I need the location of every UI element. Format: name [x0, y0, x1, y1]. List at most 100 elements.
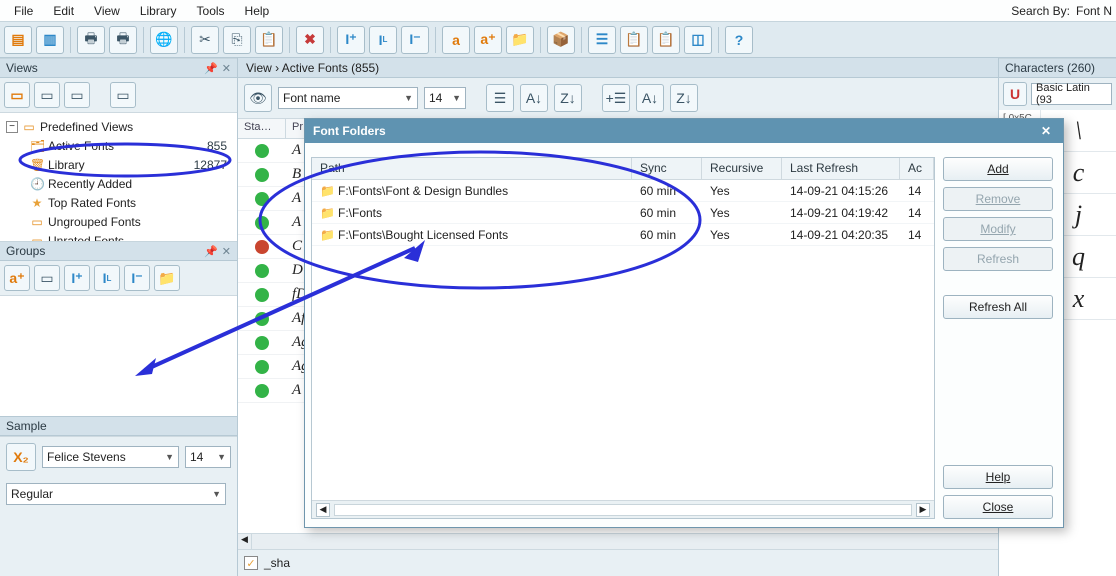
close-panel-icon[interactable]: ✕: [222, 245, 231, 258]
menu-library[interactable]: Library: [130, 2, 187, 20]
col-last-refresh[interactable]: Last Refresh: [782, 158, 900, 179]
save-alt-icon[interactable]: ▥: [36, 26, 64, 54]
groups-folder2-icon[interactable]: 📁: [154, 265, 180, 291]
grid-scrollbar[interactable]: ◀ ▶: [312, 500, 934, 518]
install-minus-icon[interactable]: I⁻: [401, 26, 429, 54]
views-btn2-icon[interactable]: ▭: [34, 82, 60, 108]
views-btn3-icon[interactable]: ▭: [64, 82, 90, 108]
shared-checkbox[interactable]: ✓: [244, 556, 258, 570]
col-recursive[interactable]: Recursive: [702, 158, 782, 179]
letter-a-plus-icon[interactable]: a⁺: [474, 26, 502, 54]
sample-font-value: Felice Stevens: [47, 450, 126, 464]
install-l-icon[interactable]: IL: [369, 26, 397, 54]
cut-icon[interactable]: ✂: [191, 26, 219, 54]
letter-a-icon[interactable]: a: [442, 26, 470, 54]
scroll-right-icon[interactable]: ▶: [916, 503, 930, 517]
status-dot-icon: [255, 336, 269, 350]
col-status[interactable]: Sta…: [238, 119, 286, 138]
folder-row[interactable]: 📁F:\Fonts\Bought Licensed Fonts60 minYes…: [312, 224, 934, 246]
menu-tools[interactable]: Tools: [187, 2, 235, 20]
groups-il-icon[interactable]: IL: [94, 265, 120, 291]
web-icon[interactable]: 🌐: [150, 26, 178, 54]
group-za-icon[interactable]: Z↓: [670, 84, 698, 112]
search-field-label: Font N: [1076, 4, 1112, 18]
fontsize-combo[interactable]: 14▼: [424, 87, 466, 109]
save-icon[interactable]: ▤: [4, 26, 32, 54]
views-btn1-icon[interactable]: ▭: [4, 82, 30, 108]
folders-grid[interactable]: Path Sync Recursive Last Refresh Ac 📁F:\…: [311, 157, 935, 519]
help-button[interactable]: Help: [943, 465, 1053, 489]
col-action[interactable]: Ac: [900, 158, 934, 179]
view-item[interactable]: ▭Ungrouped Fonts: [2, 212, 235, 231]
box-icon[interactable]: 📦: [547, 26, 575, 54]
eye-icon[interactable]: 👁: [244, 84, 272, 112]
view-item[interactable]: 🗑Library12877: [2, 155, 235, 174]
view-item-icon: 🗑: [30, 158, 44, 172]
menu-view[interactable]: View: [84, 2, 130, 20]
menu-help[interactable]: Help: [235, 2, 280, 20]
dialog-titlebar[interactable]: Font Folders ✕: [305, 119, 1063, 143]
view-item[interactable]: ▭Unrated Fonts: [2, 231, 235, 241]
print-icon[interactable]: 🖶: [77, 26, 105, 54]
delete-icon[interactable]: ✖: [296, 26, 324, 54]
group-plus-icon[interactable]: +☰: [602, 84, 630, 112]
copy-icon[interactable]: ⎘: [223, 26, 251, 54]
unicode-icon[interactable]: U: [1003, 82, 1027, 106]
properties-icon[interactable]: ☰: [588, 26, 616, 54]
sort-az-icon[interactable]: A↓: [520, 84, 548, 112]
window-icon[interactable]: ◫: [684, 26, 712, 54]
clipboard-icon[interactable]: 📋: [620, 26, 648, 54]
menu-file[interactable]: File: [4, 2, 43, 20]
menu-edit[interactable]: Edit: [43, 2, 84, 20]
view-item[interactable]: 🗂Active Fonts855: [2, 136, 235, 155]
groups-folder-icon[interactable]: ▭: [34, 265, 60, 291]
paste-icon[interactable]: 📋: [255, 26, 283, 54]
remove-button[interactable]: Remove: [943, 187, 1053, 211]
print-preview-icon[interactable]: 🖶: [109, 26, 137, 54]
col-path[interactable]: Path: [312, 158, 632, 179]
fontname-combo[interactable]: Font name▼: [278, 87, 418, 109]
clipboard-x-icon[interactable]: 📋: [652, 26, 680, 54]
scroll-left-icon[interactable]: ◀: [238, 534, 252, 549]
folder-row[interactable]: 📁F:\Fonts\Font & Design Bundles60 minYes…: [312, 180, 934, 202]
views-btn4-icon[interactable]: ▭: [110, 82, 136, 108]
folder-icon[interactable]: 📁: [506, 26, 534, 54]
modify-button[interactable]: Modify: [943, 217, 1053, 241]
groups-body[interactable]: [0, 296, 237, 416]
groups-iplus-icon[interactable]: I⁺: [64, 265, 90, 291]
col-sync[interactable]: Sync: [632, 158, 702, 179]
status-dot-icon: [255, 312, 269, 326]
install-plus-icon[interactable]: I⁺: [337, 26, 365, 54]
fontsize-value: 14: [429, 91, 442, 105]
x-subscript-icon[interactable]: X₂: [6, 443, 36, 471]
sample-size-combo[interactable]: 14▼: [185, 446, 231, 468]
pin-icon[interactable]: 📌: [204, 62, 218, 75]
groups-iminus-icon[interactable]: I⁻: [124, 265, 150, 291]
sort-za-icon[interactable]: Z↓: [554, 84, 582, 112]
close-icon[interactable]: ✕: [1037, 123, 1055, 139]
folder-row[interactable]: 📁F:\Fonts60 minYes14-09-21 04:19:4214: [312, 202, 934, 224]
sample-font-combo[interactable]: Felice Stevens▼: [42, 446, 179, 468]
add-button[interactable]: Add: [943, 157, 1053, 181]
font-preview: A: [286, 214, 301, 231]
collapse-icon[interactable]: −: [6, 121, 18, 133]
tree-root[interactable]: − ▭ Predefined Views: [2, 117, 235, 136]
char-range-combo[interactable]: Basic Latin (93: [1031, 83, 1112, 105]
scroll-left-icon[interactable]: ◀: [316, 503, 330, 517]
close-button[interactable]: Close: [943, 495, 1053, 519]
menubar: File Edit View Library Tools Help Search…: [0, 0, 1116, 22]
views-tree[interactable]: − ▭ Predefined Views 🗂Active Fonts855🗑Li…: [0, 113, 237, 241]
list-mode-icon[interactable]: ☰: [486, 84, 514, 112]
folder-recursive: Yes: [702, 226, 782, 244]
sample-style-combo[interactable]: Regular▼: [6, 483, 226, 505]
groups-add-icon[interactable]: a⁺: [4, 265, 30, 291]
refresh-button[interactable]: Refresh: [943, 247, 1053, 271]
refresh-all-button[interactable]: Refresh All: [943, 295, 1053, 319]
view-item-label: Recently Added: [48, 177, 132, 191]
group-az-icon[interactable]: A↓: [636, 84, 664, 112]
help-icon[interactable]: ?: [725, 26, 753, 54]
view-item[interactable]: 🕘Recently Added: [2, 174, 235, 193]
pin-icon[interactable]: 📌: [204, 245, 218, 258]
close-panel-icon[interactable]: ✕: [222, 62, 231, 75]
view-item[interactable]: ★Top Rated Fonts: [2, 193, 235, 212]
